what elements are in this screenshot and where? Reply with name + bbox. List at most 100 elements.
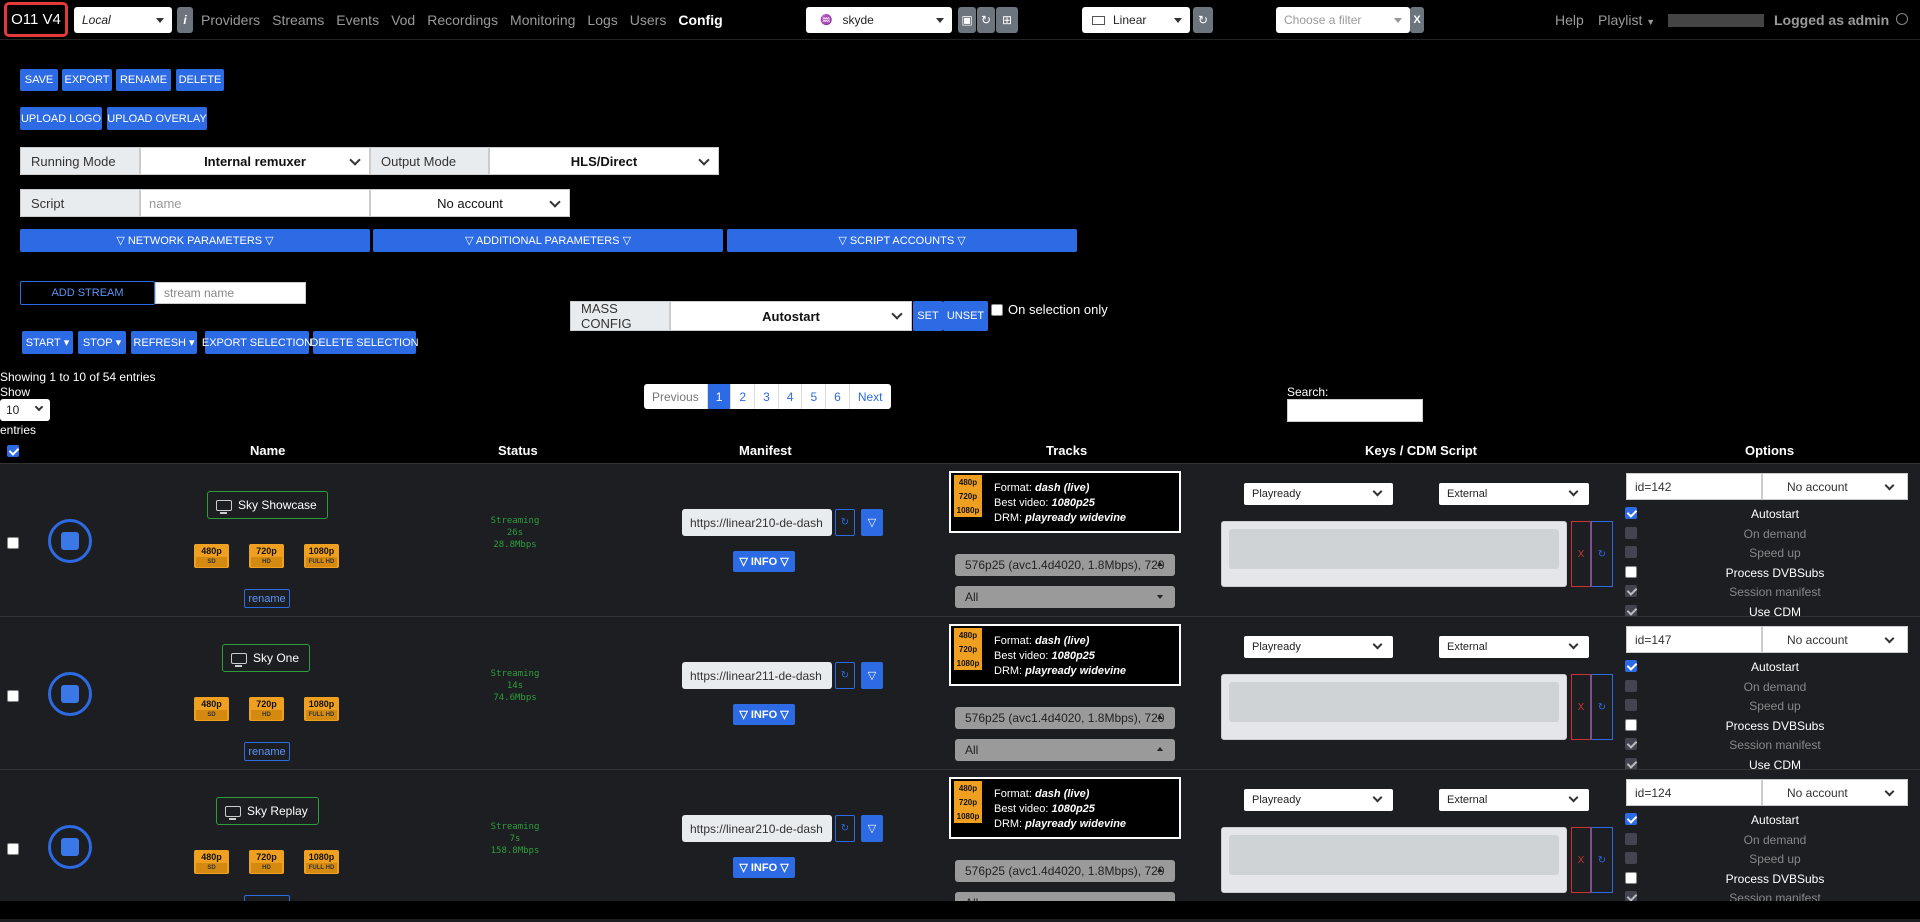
- refresh-keys-button[interactable]: ↻: [1591, 674, 1613, 740]
- cdm-select[interactable]: Playready: [1244, 636, 1393, 658]
- script-account-select[interactable]: No account: [370, 189, 570, 217]
- script-name-input[interactable]: name: [140, 189, 370, 217]
- clear-keys-button[interactable]: X: [1571, 674, 1591, 740]
- keys-textarea[interactable]: [1221, 674, 1567, 740]
- pager-page-6[interactable]: 6: [826, 384, 850, 409]
- audio-track-select[interactable]: All: [955, 586, 1175, 608]
- refresh-manifest-button[interactable]: ↻: [835, 509, 855, 536]
- export-button[interactable]: EXPORT: [62, 69, 112, 91]
- rename-stream-button[interactable]: rename: [244, 589, 290, 608]
- speed-up-checkbox[interactable]: [1625, 852, 1637, 864]
- info-button[interactable]: ▽ INFO ▽: [733, 857, 795, 878]
- save-button[interactable]: SAVE: [20, 69, 58, 91]
- refresh-manifest-button[interactable]: ↻: [835, 662, 855, 689]
- pager-page-5[interactable]: 5: [802, 384, 827, 409]
- page-length-select[interactable]: 10: [0, 399, 50, 421]
- filter-clear-button[interactable]: X: [1410, 7, 1424, 33]
- autostart-checkbox[interactable]: [1625, 507, 1637, 519]
- help-link[interactable]: Help: [1555, 12, 1584, 28]
- nav-events[interactable]: Events: [336, 12, 379, 28]
- row-select-checkbox[interactable]: [7, 690, 19, 702]
- save-provider-button[interactable]: ▣: [958, 7, 976, 33]
- process-dvbsubs-checkbox[interactable]: [1625, 719, 1637, 731]
- on-demand-checkbox[interactable]: [1625, 833, 1637, 845]
- filter-select[interactable]: Choose a filter: [1276, 7, 1410, 33]
- output-mode-select[interactable]: HLS/Direct: [489, 147, 719, 175]
- clear-keys-button[interactable]: X: [1571, 521, 1591, 587]
- upload-overlay-button[interactable]: UPLOAD OVERLAY: [107, 107, 207, 130]
- script-type-select[interactable]: External: [1439, 789, 1589, 811]
- stream-id-input[interactable]: id=147: [1626, 626, 1762, 653]
- script-accounts-button[interactable]: ▽ SCRIPT ACCOUNTS ▽: [727, 229, 1077, 252]
- upload-logo-button[interactable]: UPLOAD LOGO: [20, 107, 102, 130]
- cdm-select[interactable]: Playready: [1244, 483, 1393, 505]
- additional-parameters-button[interactable]: ▽ ADDITIONAL PARAMETERS ▽: [373, 229, 723, 252]
- nav-vod[interactable]: Vod: [391, 12, 415, 28]
- channel-name[interactable]: Sky Replay: [216, 797, 319, 825]
- nav-monitoring[interactable]: Monitoring: [510, 12, 575, 28]
- power-icon[interactable]: [1896, 13, 1908, 25]
- set-button[interactable]: SET: [913, 301, 943, 331]
- keys-textarea[interactable]: [1221, 827, 1567, 893]
- nav-recordings[interactable]: Recordings: [427, 12, 498, 28]
- row-select-checkbox[interactable]: [7, 843, 19, 855]
- pager-previous[interactable]: Previous: [644, 384, 708, 409]
- autostart-checkbox[interactable]: [1625, 660, 1637, 672]
- add-provider-button[interactable]: ⊞: [996, 7, 1018, 33]
- network-parameters-button[interactable]: ▽ NETWORK PARAMETERS ▽: [20, 229, 370, 252]
- on-selection-only-checkbox[interactable]: [991, 304, 1003, 316]
- column-header-keys[interactable]: Keys / CDM Script: [1365, 443, 1477, 458]
- unset-button[interactable]: UNSET: [943, 301, 988, 331]
- playlist-menu[interactable]: Playlist ▼: [1598, 12, 1655, 28]
- refresh-dropdown[interactable]: REFRESH ▾: [131, 331, 197, 354]
- channel-name[interactable]: Sky Showcase: [207, 491, 328, 519]
- column-header-name[interactable]: Name: [250, 443, 285, 458]
- cdm-select[interactable]: Playready: [1244, 789, 1393, 811]
- nav-users[interactable]: Users: [630, 12, 667, 28]
- info-button[interactable]: ▽ INFO ▽: [733, 551, 795, 572]
- refresh-manifest-button[interactable]: ↻: [835, 815, 855, 842]
- on-demand-checkbox[interactable]: [1625, 527, 1637, 539]
- stream-name-input[interactable]: stream name: [155, 282, 306, 304]
- running-mode-select[interactable]: Internal remuxer: [140, 147, 370, 175]
- pager-next[interactable]: Next: [850, 384, 891, 409]
- add-stream-button[interactable]: ADD STREAM: [20, 281, 155, 305]
- pager-page-4[interactable]: 4: [779, 384, 803, 409]
- session-manifest-checkbox[interactable]: [1625, 738, 1637, 750]
- stream-toggle-button[interactable]: [48, 672, 92, 716]
- rename-stream-button[interactable]: rename: [244, 742, 290, 761]
- process-dvbsubs-checkbox[interactable]: [1625, 566, 1637, 578]
- select-all-checkbox[interactable]: [7, 445, 19, 457]
- search-input[interactable]: [1287, 399, 1423, 422]
- account-select[interactable]: No account: [1762, 779, 1908, 806]
- account-select[interactable]: No account: [1762, 473, 1908, 500]
- delete-button[interactable]: DELETE: [176, 69, 224, 91]
- speed-up-checkbox[interactable]: [1625, 699, 1637, 711]
- pager-page-2[interactable]: 2: [731, 384, 756, 409]
- filter-manifest-button[interactable]: ▽: [861, 509, 883, 536]
- column-header-tracks[interactable]: Tracks: [1046, 443, 1087, 458]
- speed-up-checkbox[interactable]: [1625, 546, 1637, 558]
- mode-select[interactable]: Local: [74, 7, 172, 33]
- video-track-select[interactable]: 576p25 (avc1.4d4020, 1.8Mbps), 720: [955, 860, 1175, 882]
- brand-logo[interactable]: O11 V4: [4, 2, 68, 37]
- manifest-url-input[interactable]: https://linear211-de-dash: [682, 662, 832, 689]
- autostart-checkbox[interactable]: [1625, 813, 1637, 825]
- manifest-url-input[interactable]: https://linear210-de-dash: [682, 815, 832, 842]
- filter-manifest-button[interactable]: ▽: [861, 815, 883, 842]
- nav-providers[interactable]: Providers: [201, 12, 260, 28]
- nav-config[interactable]: Config: [678, 12, 722, 28]
- provider-select[interactable]: ♒ skyde: [806, 7, 952, 33]
- stream-toggle-button[interactable]: [48, 825, 92, 869]
- type-select[interactable]: Linear: [1082, 7, 1190, 33]
- column-header-status[interactable]: Status: [498, 443, 538, 458]
- account-select[interactable]: No account: [1762, 626, 1908, 653]
- rename-button[interactable]: RENAME: [116, 69, 171, 91]
- manifest-url-input[interactable]: https://linear210-de-dash: [682, 509, 832, 536]
- clear-keys-button[interactable]: X: [1571, 827, 1591, 893]
- stream-id-input[interactable]: id=124: [1626, 779, 1762, 806]
- export-selection-button[interactable]: EXPORT SELECTION: [202, 331, 312, 354]
- video-track-select[interactable]: 576p25 (avc1.4d4020, 1.8Mbps), 720: [955, 707, 1175, 729]
- refresh-keys-button[interactable]: ↻: [1591, 827, 1613, 893]
- session-manifest-checkbox[interactable]: [1625, 585, 1637, 597]
